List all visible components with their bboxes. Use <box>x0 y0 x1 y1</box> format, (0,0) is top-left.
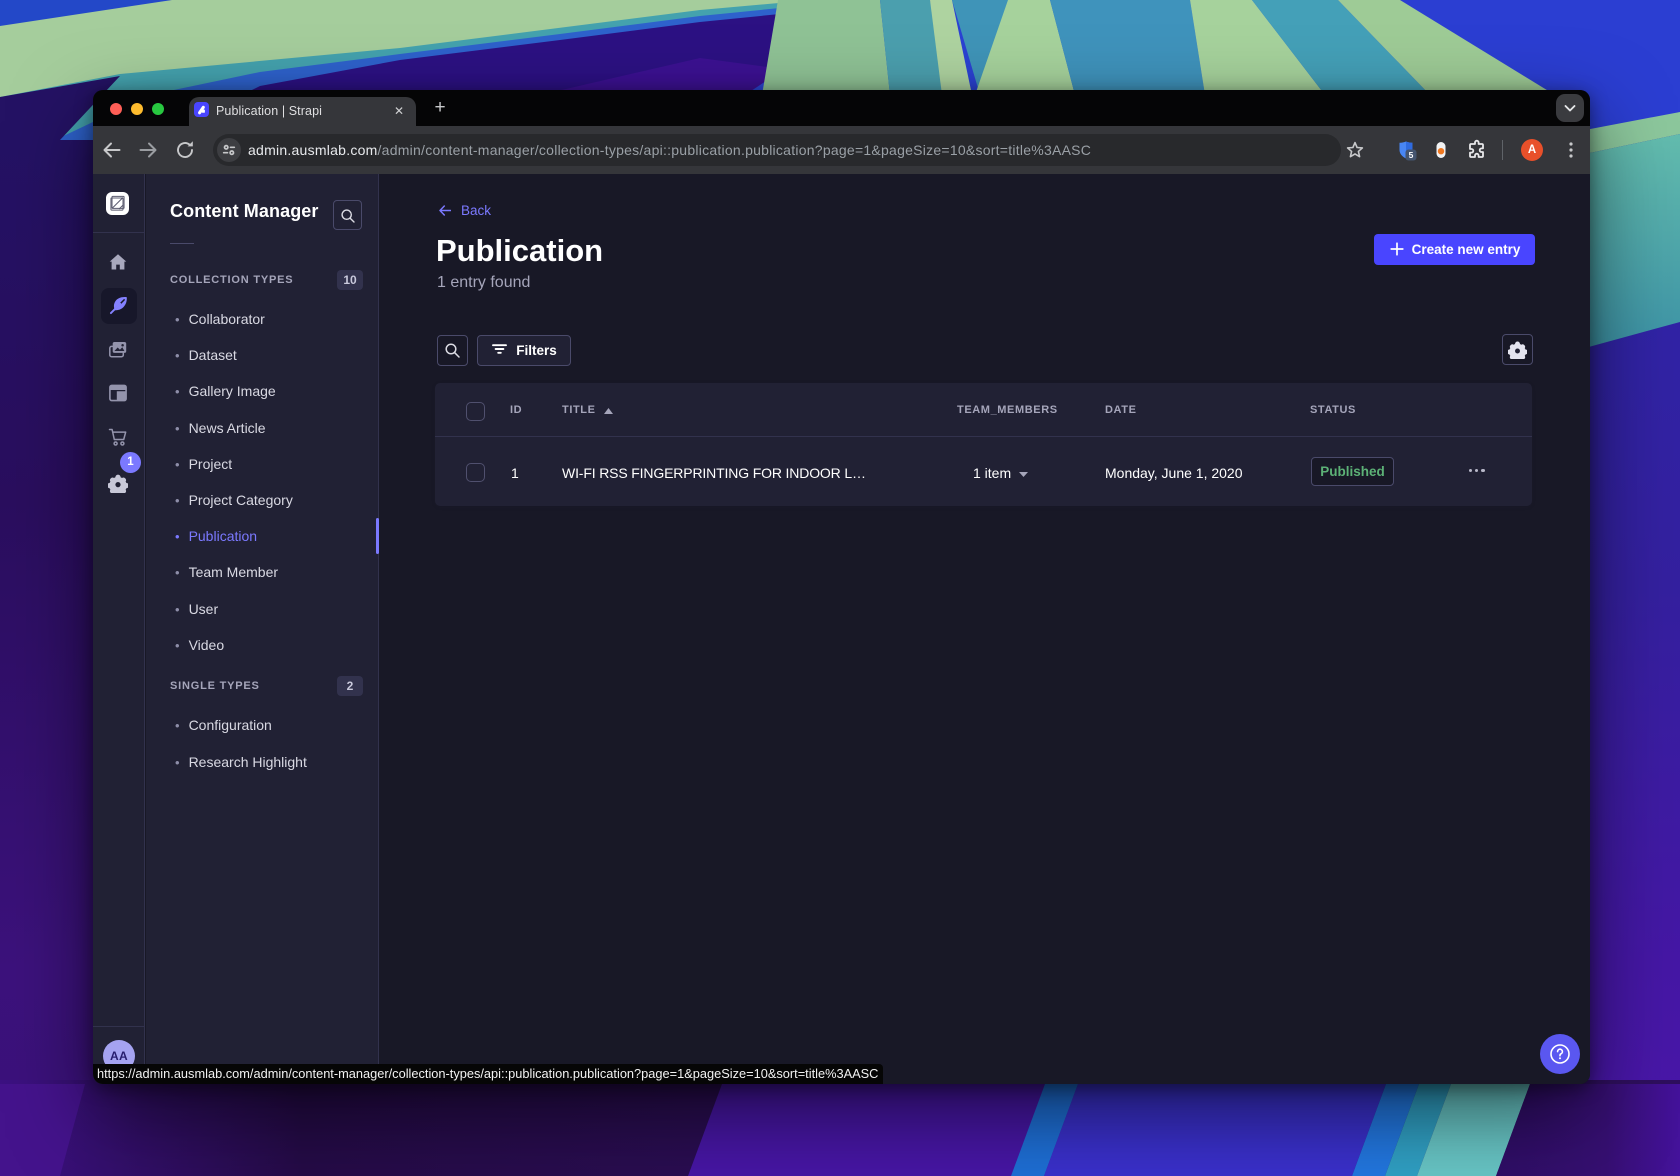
svg-text:5: 5 <box>1409 150 1414 160</box>
